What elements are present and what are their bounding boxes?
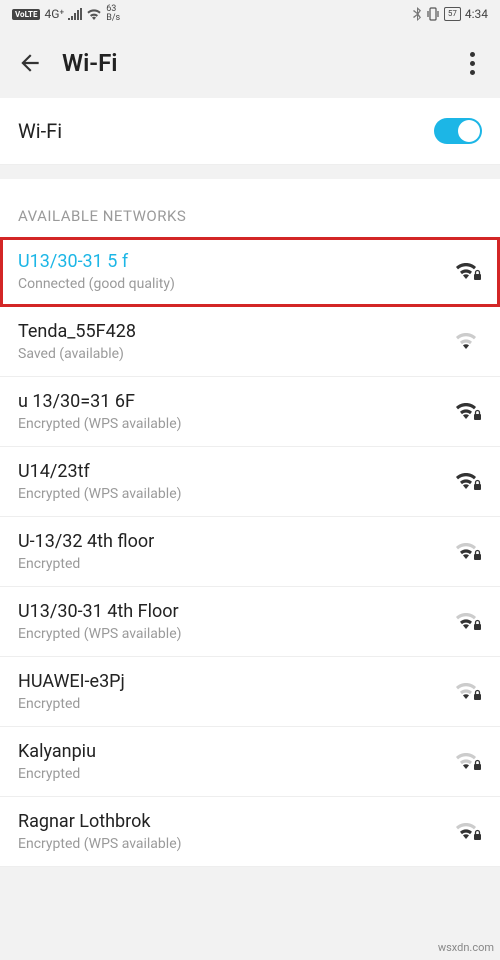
status-right: 57 4:34 [412, 7, 488, 21]
network-status: Encrypted (WPS available) [18, 626, 454, 642]
network-status: Encrypted [18, 556, 454, 572]
network-status: Encrypted [18, 766, 454, 782]
network-item[interactable]: u 13/30=31 6F Encrypted (WPS available) [0, 377, 500, 447]
cell-signal-icon [68, 8, 82, 20]
wifi-lock-icon [454, 608, 482, 636]
wifi-toggle-label: Wi-Fi [18, 119, 62, 143]
dot-icon [470, 52, 475, 57]
wifi-lock-icon [454, 468, 482, 496]
wifi-toggle-row[interactable]: Wi-Fi [0, 98, 500, 165]
wifi-lock-icon [454, 258, 482, 286]
network-info: HUAWEI-e3Pj Encrypted [18, 671, 454, 712]
network-status: Connected (good quality) [18, 276, 454, 292]
network-name: U13/30-31 4th Floor [18, 601, 454, 622]
network-list: U13/30-31 5 f Connected (good quality) Ten… [0, 237, 500, 867]
wifi-status-icon [86, 8, 102, 20]
network-name: Ragnar Lothbrok [18, 811, 454, 832]
network-info: U13/30-31 5 f Connected (good quality) [18, 251, 454, 292]
network-info: Tenda_55F428 Saved (available) [18, 321, 454, 362]
network-item[interactable]: Kalyanpiu Encrypted [0, 727, 500, 797]
back-button[interactable] [16, 49, 44, 77]
network-item[interactable]: U13/30-31 4th Floor Encrypted (WPS availa… [0, 587, 500, 657]
wifi-lock-icon [454, 818, 482, 846]
network-name: u 13/30=31 6F [18, 391, 454, 412]
network-status: Encrypted (WPS available) [18, 486, 454, 502]
page-title: Wi-Fi [62, 49, 460, 77]
app-header: Wi-Fi [0, 28, 500, 98]
vibrate-icon [426, 7, 440, 21]
network-item[interactable]: Tenda_55F428 Saved (available) [0, 307, 500, 377]
status-left: VoLTE 4G⁺ 63B/s [12, 5, 120, 23]
volte-badge: VoLTE [12, 9, 40, 20]
wifi-lock-icon [454, 398, 482, 426]
network-name: Kalyanpiu [18, 741, 454, 762]
available-networks-header: AVAILABLE NETWORKS [0, 179, 500, 237]
network-status: Encrypted (WPS available) [18, 836, 454, 852]
dot-icon [470, 61, 475, 66]
network-status: Encrypted [18, 696, 454, 712]
wifi-switch[interactable] [434, 118, 482, 144]
back-arrow-icon [17, 50, 43, 76]
signal-label: 4G⁺ [44, 7, 64, 21]
network-status: Saved (available) [18, 346, 454, 362]
network-item[interactable]: U-13/32 4th floor Encrypted [0, 517, 500, 587]
network-info: u 13/30=31 6F Encrypted (WPS available) [18, 391, 454, 432]
network-item[interactable]: U13/30-31 5 f Connected (good quality) [0, 237, 500, 307]
network-name: Tenda_55F428 [18, 321, 454, 342]
network-item[interactable]: HUAWEI-e3Pj Encrypted [0, 657, 500, 727]
overflow-menu-button[interactable] [460, 52, 484, 75]
watermark: wsxdn.com [438, 941, 494, 954]
wifi-lock-icon [454, 748, 482, 776]
network-info: Ragnar Lothbrok Encrypted (WPS available) [18, 811, 454, 852]
battery-icon: 57 [444, 7, 461, 21]
network-name: HUAWEI-e3Pj [18, 671, 454, 692]
network-info: Kalyanpiu Encrypted [18, 741, 454, 782]
network-name: U14/23tf [18, 461, 454, 482]
wifi-lock-icon [454, 678, 482, 706]
network-info: U-13/32 4th floor Encrypted [18, 531, 454, 572]
network-item[interactable]: Ragnar Lothbrok Encrypted (WPS available) [0, 797, 500, 867]
network-info: U14/23tf Encrypted (WPS available) [18, 461, 454, 502]
network-name: U-13/32 4th floor [18, 531, 454, 552]
status-bar: VoLTE 4G⁺ 63B/s 57 4:34 [0, 0, 500, 28]
network-name: U13/30-31 5 f [18, 251, 454, 272]
clock: 4:34 [465, 7, 488, 21]
network-info: U13/30-31 4th Floor Encrypted (WPS availa… [18, 601, 454, 642]
dot-icon [470, 70, 475, 75]
wifi-lock-icon [454, 538, 482, 566]
network-item[interactable]: U14/23tf Encrypted (WPS available) [0, 447, 500, 517]
data-rate: 63B/s [106, 5, 120, 23]
wifi-icon [454, 328, 482, 356]
bluetooth-icon [412, 7, 422, 21]
network-status: Encrypted (WPS available) [18, 416, 454, 432]
